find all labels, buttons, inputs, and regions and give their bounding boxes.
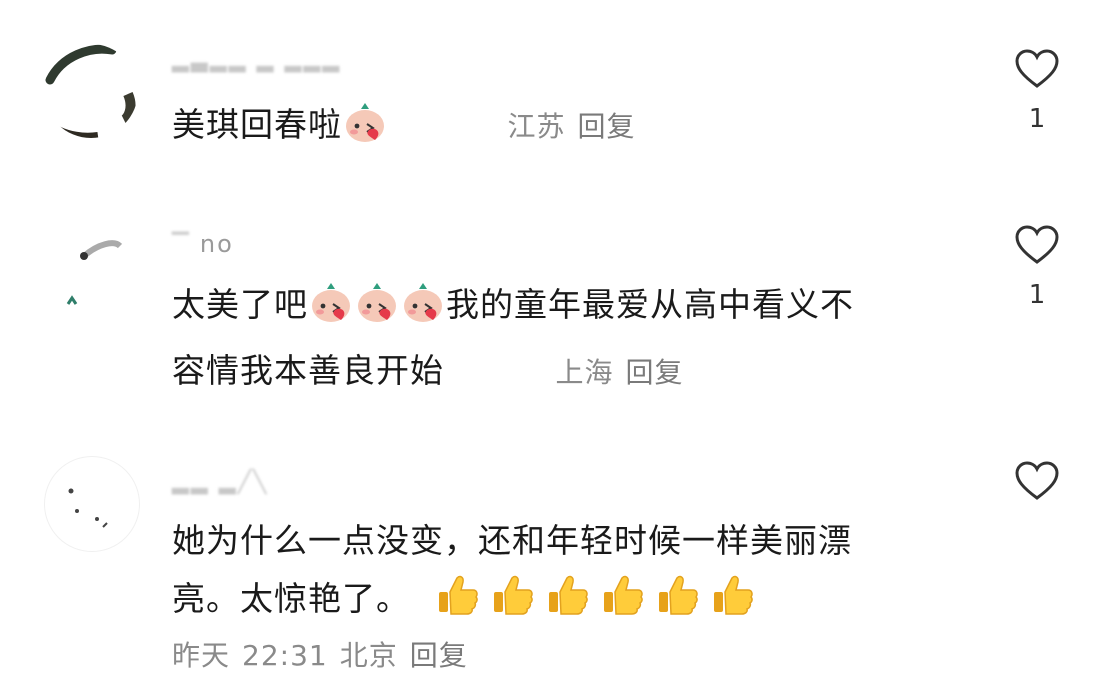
thumbs-up-emoji-group xyxy=(432,575,762,618)
shy-face-emoji xyxy=(309,280,353,342)
comment-username[interactable]: ▂▂ ▂╱╲ xyxy=(172,470,268,495)
reply-button[interactable]: 回复 xyxy=(578,110,636,143)
comment-meta: 昨天 22:31 北京 回复 xyxy=(172,634,480,674)
comment-text: 美琪回春啦 江苏 回复 xyxy=(172,96,648,162)
thumbs-up-emoji xyxy=(433,570,481,636)
avatar[interactable] xyxy=(44,222,138,316)
comment-body: 美琪回春啦 xyxy=(172,105,342,144)
comment-username[interactable]: ▔ no xyxy=(172,230,234,258)
comment-username[interactable]: ▂▃▂▂ ▂ ▂▂▂ xyxy=(172,48,341,73)
comment-location: 江苏 xyxy=(507,110,566,143)
shy-face-emoji xyxy=(401,280,445,342)
comment-body-line1: 她为什么一点没变，还和年轻时候一样美丽漂 xyxy=(172,521,852,560)
avatar-image xyxy=(66,240,123,305)
avatar-image xyxy=(45,44,136,138)
shy-face-emoji xyxy=(343,100,387,162)
comment-time: 22:31 xyxy=(242,639,328,672)
comment-location: 北京 xyxy=(339,639,398,672)
avatar-image xyxy=(68,488,108,528)
comment-text: 她为什么一点没变，还和年轻时候一样美丽漂 亮。太惊艳了。 xyxy=(172,512,852,636)
heart-outline-icon[interactable] xyxy=(1014,460,1060,502)
like-group: 1 xyxy=(1012,224,1062,310)
like-count: 1 xyxy=(1028,104,1046,134)
thumbs-up-emoji xyxy=(543,570,591,636)
thumbs-up-emoji xyxy=(598,570,646,636)
comment-body-line2: 亮。太惊艳了。 xyxy=(172,579,410,618)
thumbs-up-emoji xyxy=(708,570,756,636)
shy-face-emoji xyxy=(355,280,399,342)
reply-button[interactable]: 回复 xyxy=(410,639,468,672)
comment-body-line1-cont: 我的童年最爱从高中看义不 xyxy=(446,285,854,324)
comment-date: 昨天 xyxy=(172,639,231,672)
avatar[interactable] xyxy=(44,456,140,552)
avatar[interactable] xyxy=(44,44,138,138)
thumbs-up-emoji xyxy=(653,570,701,636)
like-count: 1 xyxy=(1028,280,1046,310)
thumbs-up-emoji xyxy=(488,570,536,636)
comment-text: 太美了吧 我的童年最爱从高中看义不 容情我本善良开始 上海 回复 xyxy=(172,276,854,402)
comment-body-line1: 太美了吧 xyxy=(172,285,308,324)
comment-body-line2: 容情我本善良开始 xyxy=(172,351,444,390)
reply-button[interactable]: 回复 xyxy=(626,356,684,389)
username-text: no xyxy=(199,230,234,258)
heart-outline-icon[interactable] xyxy=(1014,224,1060,266)
heart-outline-icon[interactable] xyxy=(1014,48,1060,90)
comment-location: 上海 xyxy=(555,356,614,389)
like-group xyxy=(1012,460,1062,502)
like-group: 1 xyxy=(1012,48,1062,134)
